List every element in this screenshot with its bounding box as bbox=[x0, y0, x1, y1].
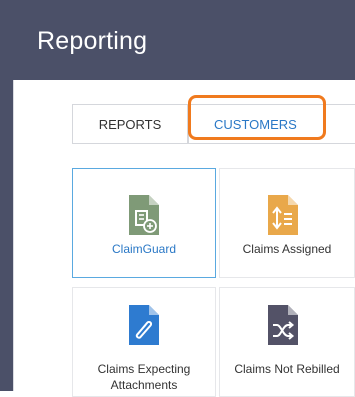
tile-claims-not-rebilled-label: Claims Not Rebilled bbox=[234, 362, 340, 376]
page-header: Reporting bbox=[0, 0, 355, 80]
shuffle-icon bbox=[268, 305, 298, 345]
page-title: Reporting bbox=[37, 27, 148, 55]
tab-reports[interactable]: REPORTS bbox=[72, 104, 188, 144]
tab-reports-label: REPORTS bbox=[98, 116, 162, 132]
tile-claims-expecting-attachments-label: Claims Expecting Attachments bbox=[97, 362, 191, 392]
attachment-icon bbox=[129, 305, 159, 345]
tile-claims-assigned[interactable]: Claims Assigned bbox=[219, 168, 355, 278]
tile-claims-not-rebilled[interactable]: Claims Not Rebilled bbox=[219, 287, 355, 397]
tile-claims-assigned-label: Claims Assigned bbox=[242, 242, 332, 256]
left-edge-bar bbox=[0, 0, 13, 391]
tab-customers[interactable]: CUSTOMERS bbox=[188, 104, 355, 144]
tile-claims-expecting-attachments[interactable]: Claims Expecting Attachments bbox=[72, 287, 216, 397]
claims-assigned-icon bbox=[268, 195, 298, 235]
tab-customers-label: CUSTOMERS bbox=[214, 116, 297, 132]
tile-claimguard[interactable]: ClaimGuard bbox=[72, 168, 216, 278]
tile-claimguard-label: ClaimGuard bbox=[111, 242, 177, 256]
reporting-screen: Reporting REPORTS CUSTOMERS ClaimGuard C… bbox=[0, 0, 355, 397]
claimguard-icon bbox=[129, 195, 159, 235]
